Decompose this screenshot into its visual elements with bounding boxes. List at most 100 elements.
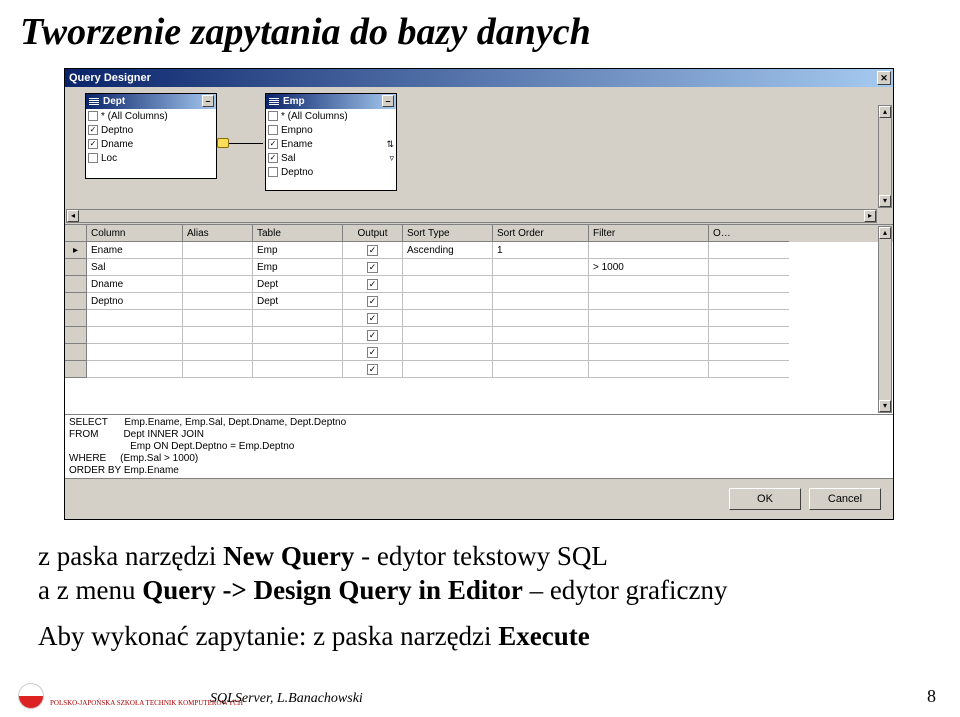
grid-cell[interactable] [183,259,253,276]
table-col[interactable]: Loc [86,151,216,165]
grid-cell[interactable]: ✓ [343,344,403,361]
cancel-button[interactable]: Cancel [809,488,881,510]
output-checkbox[interactable]: ✓ [367,364,378,375]
grid-cell[interactable] [493,293,589,310]
minimize-icon[interactable]: – [382,95,394,107]
grid-cell[interactable] [253,310,343,327]
checkbox-icon[interactable] [88,111,98,121]
checkbox-icon[interactable] [268,125,278,135]
grid-cell[interactable] [709,344,789,361]
grid-cell[interactable]: ✓ [343,327,403,344]
table-col[interactable]: * (All Columns) [86,109,216,123]
table-col[interactable]: ✓Sal▿ [266,151,396,165]
grid-cell[interactable]: ✓ [343,259,403,276]
grid-cell[interactable]: 1 [493,242,589,259]
checkbox-icon[interactable] [88,153,98,163]
grid-row[interactable]: ▸EnameEmp✓Ascending1 [65,242,893,259]
grid-cell[interactable] [709,276,789,293]
table-header[interactable]: Emp – [266,94,396,109]
table-col[interactable]: * (All Columns) [266,109,396,123]
grid-cell[interactable] [589,276,709,293]
grid-cell[interactable]: ✓ [343,361,403,378]
grid-cell[interactable] [253,327,343,344]
grid-cell[interactable] [493,327,589,344]
grid-cell[interactable]: ✓ [343,293,403,310]
scroll-up-icon[interactable]: ▴ [879,227,891,239]
output-checkbox[interactable]: ✓ [367,330,378,341]
grid-cell[interactable] [403,293,493,310]
row-selector[interactable] [65,259,87,276]
checkbox-icon[interactable] [268,167,278,177]
checkbox-icon[interactable]: ✓ [268,139,278,149]
grid-cell[interactable]: ✓ [343,310,403,327]
grid-cell[interactable] [589,242,709,259]
grid-cell[interactable] [493,344,589,361]
scroll-down-icon[interactable]: ▾ [879,400,891,412]
grid-cell[interactable] [403,276,493,293]
output-checkbox[interactable]: ✓ [367,296,378,307]
output-checkbox[interactable]: ✓ [367,262,378,273]
grid-cell[interactable] [589,327,709,344]
grid-cell[interactable]: Ascending [403,242,493,259]
scroll-right-icon[interactable]: ▸ [864,210,876,222]
grid-cell[interactable] [87,361,183,378]
grid-cell[interactable] [87,327,183,344]
grid-cell[interactable]: Dept [253,276,343,293]
grid-cell[interactable] [403,310,493,327]
checkbox-icon[interactable] [268,111,278,121]
checkbox-icon[interactable]: ✓ [88,139,98,149]
table-col[interactable]: ✓Dname [86,137,216,151]
grid-row[interactable]: ✓ [65,327,893,344]
grid-cell[interactable] [709,310,789,327]
grid-cell[interactable] [709,361,789,378]
grid-cell[interactable] [493,310,589,327]
grid-cell[interactable] [183,293,253,310]
row-selector[interactable] [65,327,87,344]
grid-cell[interactable] [709,327,789,344]
grid-cell[interactable] [709,242,789,259]
table-dept[interactable]: Dept – * (All Columns) ✓Deptno ✓Dname Lo… [85,93,217,179]
ok-button[interactable]: OK [729,488,801,510]
sql-pane[interactable]: SELECT Emp.Ename, Emp.Sal, Dept.Dname, D… [65,415,893,479]
table-emp[interactable]: Emp – * (All Columns) Empno ✓Ename⇅ ✓Sal… [265,93,397,191]
join-connector[interactable] [219,135,263,153]
grid-cell[interactable] [589,310,709,327]
grid-cell[interactable] [183,344,253,361]
grid-cell[interactable] [87,310,183,327]
row-selector[interactable] [65,344,87,361]
h-scrollbar[interactable]: ◂ ▸ [66,209,877,223]
table-header[interactable]: Dept – [86,94,216,109]
minimize-icon[interactable]: – [202,95,214,107]
grid-cell[interactable] [709,259,789,276]
grid-cell[interactable] [183,361,253,378]
table-col[interactable]: Empno [266,123,396,137]
grid-cell[interactable] [709,293,789,310]
table-col[interactable]: Deptno [266,165,396,179]
row-selector[interactable] [65,276,87,293]
scroll-down-icon[interactable]: ▾ [879,195,891,207]
grid-row[interactable]: Dname Dept ✓ [65,276,893,293]
grid-cell[interactable] [183,327,253,344]
close-icon[interactable]: ✕ [877,71,891,85]
grid-cell[interactable]: Dname [87,276,183,293]
grid-cell[interactable] [87,344,183,361]
output-checkbox[interactable]: ✓ [367,313,378,324]
grid-cell[interactable] [403,361,493,378]
table-col[interactable]: ✓Ename⇅ [266,137,396,151]
grid-cell[interactable] [403,327,493,344]
window-titlebar[interactable]: Query Designer ✕ [65,69,893,87]
grid-cell[interactable] [183,242,253,259]
output-checkbox[interactable]: ✓ [367,279,378,290]
grid-cell[interactable]: Emp [253,242,343,259]
grid-cell[interactable] [403,344,493,361]
grid-row[interactable]: ✓ [65,361,893,378]
grid-cell[interactable]: Sal [87,259,183,276]
row-selector[interactable] [65,310,87,327]
grid-cell[interactable] [183,276,253,293]
grid-row[interactable]: SalEmp✓> 1000 [65,259,893,276]
row-selector[interactable] [65,293,87,310]
grid-cell[interactable] [183,310,253,327]
grid-cell[interactable] [403,259,493,276]
scroll-left-icon[interactable]: ◂ [67,210,79,222]
grid-cell[interactable] [589,361,709,378]
